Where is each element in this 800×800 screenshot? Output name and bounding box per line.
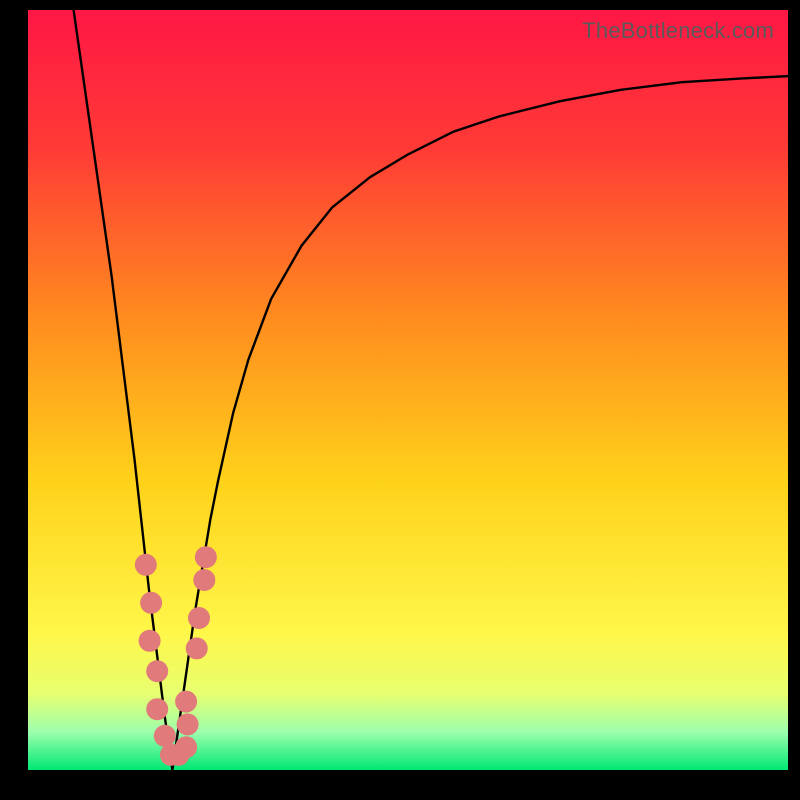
watermark-text: TheBottleneck.com bbox=[582, 18, 774, 44]
data-marker bbox=[140, 592, 162, 614]
data-marker bbox=[195, 546, 217, 568]
chart-frame: TheBottleneck.com bbox=[0, 0, 800, 800]
data-marker bbox=[175, 691, 197, 713]
bottleneck-curve bbox=[74, 10, 788, 770]
data-marker bbox=[135, 554, 157, 576]
data-marker bbox=[193, 569, 215, 591]
data-marker bbox=[154, 725, 176, 747]
plot-area: TheBottleneck.com bbox=[28, 10, 788, 770]
data-marker bbox=[186, 637, 208, 659]
curve-layer bbox=[28, 10, 788, 770]
data-marker bbox=[146, 698, 168, 720]
data-marker bbox=[188, 607, 210, 629]
data-marker bbox=[146, 660, 168, 682]
data-marker bbox=[177, 713, 199, 735]
data-marker bbox=[139, 630, 161, 652]
data-marker bbox=[175, 736, 197, 758]
